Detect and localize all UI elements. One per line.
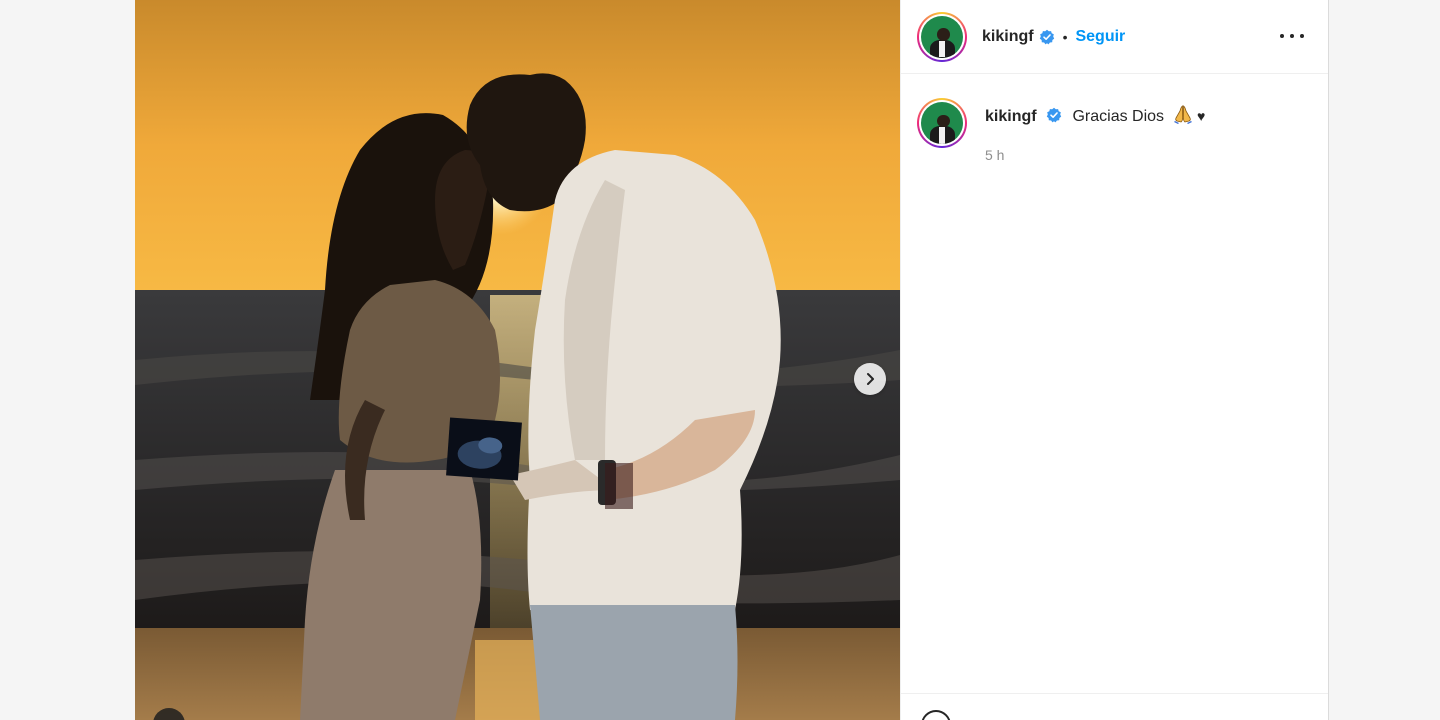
- chevron-right-icon: [867, 373, 874, 385]
- caption-avatar[interactable]: [917, 98, 967, 148]
- next-photo-button[interactable]: [854, 363, 886, 395]
- separator-dot: •: [1062, 28, 1068, 45]
- heart-emoji: ♥: [1196, 108, 1206, 124]
- caption-text: Gracias Dios: [1072, 108, 1165, 125]
- post-header: kikingf • Seguir: [901, 0, 1328, 74]
- caption-username[interactable]: kikingf: [985, 108, 1037, 125]
- post-caption: kikingf Gracias Dios ♥ 5 h: [901, 74, 1328, 163]
- post-media: [135, 0, 900, 720]
- avatar-image: [921, 102, 963, 144]
- more-options-icon[interactable]: [1280, 26, 1304, 46]
- verified-badge-icon: [1039, 29, 1054, 44]
- author-username[interactable]: kikingf: [982, 28, 1034, 46]
- avatar[interactable]: [917, 11, 967, 62]
- avatar-image: [921, 15, 963, 58]
- post-sidebar: kikingf • Seguir kikingf Gracias Dios ♥ …: [900, 0, 1329, 720]
- folded-hands-emoji: [1173, 105, 1192, 124]
- follow-button[interactable]: Seguir: [1075, 28, 1125, 46]
- verified-badge-icon: [1046, 107, 1062, 123]
- divider: [901, 693, 1328, 694]
- post-timestamp[interactable]: 5 h: [985, 147, 1205, 163]
- post-modal: kikingf • Seguir kikingf Gracias Dios ♥ …: [135, 0, 1329, 720]
- emoji-picker-icon[interactable]: [921, 710, 951, 720]
- post-photo: [135, 0, 900, 720]
